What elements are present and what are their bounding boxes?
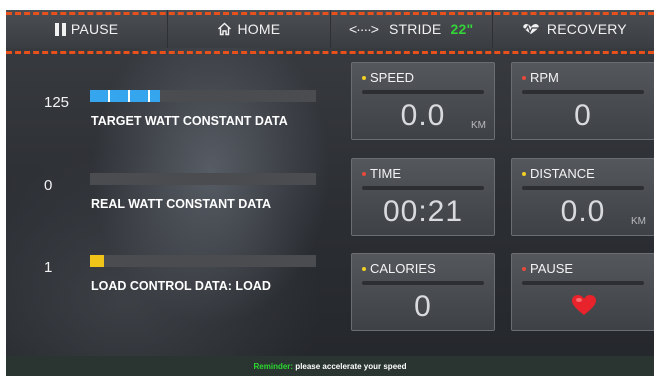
status-dot	[522, 266, 526, 271]
status-dot	[522, 171, 526, 176]
status-dot	[362, 266, 366, 271]
target-watt-fill	[90, 90, 161, 102]
distance-title-wrap: DISTANCE	[522, 166, 595, 181]
stride-label: STRIDE	[388, 21, 442, 37]
pause-title: PAUSE	[530, 261, 574, 276]
speed-unit: KM	[471, 120, 486, 131]
rpm-card[interactable]: RPM 0	[511, 62, 654, 140]
pause-card[interactable]: PAUSE	[511, 253, 654, 331]
real-watt-bar	[90, 173, 316, 185]
time-value: 00:21	[382, 195, 464, 228]
distance-title: DISTANCE	[530, 166, 595, 181]
calories-title: CALORIES	[370, 261, 436, 276]
time-title-wrap: TIME	[362, 166, 401, 181]
rpm-title-wrap: RPM	[522, 70, 559, 85]
home-label: HOME	[237, 21, 281, 37]
rpm-value: 0	[574, 99, 592, 132]
reminder-bar: Reminder: please accelerate your speed	[6, 356, 654, 376]
divider	[522, 281, 644, 285]
stride-value: 22"	[450, 21, 474, 37]
load-control-fill	[90, 255, 104, 267]
pause-button[interactable]: PAUSE	[6, 10, 169, 48]
divider	[522, 186, 644, 190]
time-card[interactable]: TIME 00:21	[351, 158, 495, 236]
load-control-bar	[90, 255, 316, 267]
heartbeat-icon	[519, 23, 542, 34]
status-dot	[522, 75, 526, 80]
pause-icon	[54, 22, 66, 36]
status-dot	[362, 75, 366, 80]
divider	[362, 90, 484, 94]
pause-label: PAUSE	[70, 21, 119, 37]
status-dot	[362, 171, 366, 176]
speed-title: SPEED	[370, 70, 415, 85]
target-watt-bar	[90, 90, 316, 102]
reminder-text: please accelerate your speed	[293, 361, 407, 371]
divider	[362, 281, 484, 285]
home-icon	[218, 22, 232, 36]
rpm-title: RPM	[530, 70, 559, 85]
stride-button[interactable]: <····> STRIDE 22"	[331, 10, 493, 48]
load-control-value: 1	[44, 259, 53, 276]
speed-title-wrap: SPEED	[362, 70, 414, 85]
top-nav: PAUSE HOME <····> STRIDE 22" RECOVERY	[6, 10, 654, 54]
calories-card[interactable]: CALORIES 0	[351, 253, 495, 331]
distance-unit: KM	[631, 216, 646, 227]
real-watt-value: 0	[44, 177, 53, 194]
console-screen: PAUSE HOME <····> STRIDE 22" RECOVERY 12…	[6, 10, 654, 376]
target-watt-value: 125	[44, 94, 70, 111]
distance-card[interactable]: DISTANCE 0.0 KM	[511, 158, 654, 236]
divider	[522, 90, 644, 94]
divider	[362, 186, 484, 190]
load-control-label: LOAD CONTROL DATA: LOAD	[91, 279, 271, 293]
recovery-button[interactable]: RECOVERY	[493, 10, 654, 48]
speed-card[interactable]: SPEED 0.0 KM	[351, 62, 495, 140]
real-watt-label: REAL WATT CONSTANT DATA	[91, 197, 272, 211]
home-button[interactable]: HOME	[168, 10, 331, 48]
double-arrow-icon: <····>	[348, 21, 379, 37]
reminder-key: Reminder:	[253, 361, 294, 371]
heart-icon	[572, 295, 596, 315]
recovery-label: RECOVERY	[546, 21, 627, 37]
calories-value: 0	[414, 290, 432, 323]
target-watt-label: TARGET WATT CONSTANT DATA	[91, 114, 288, 128]
pause-title-wrap: PAUSE	[522, 261, 573, 276]
calories-title-wrap: CALORIES	[362, 261, 436, 276]
time-title: TIME	[370, 166, 402, 181]
